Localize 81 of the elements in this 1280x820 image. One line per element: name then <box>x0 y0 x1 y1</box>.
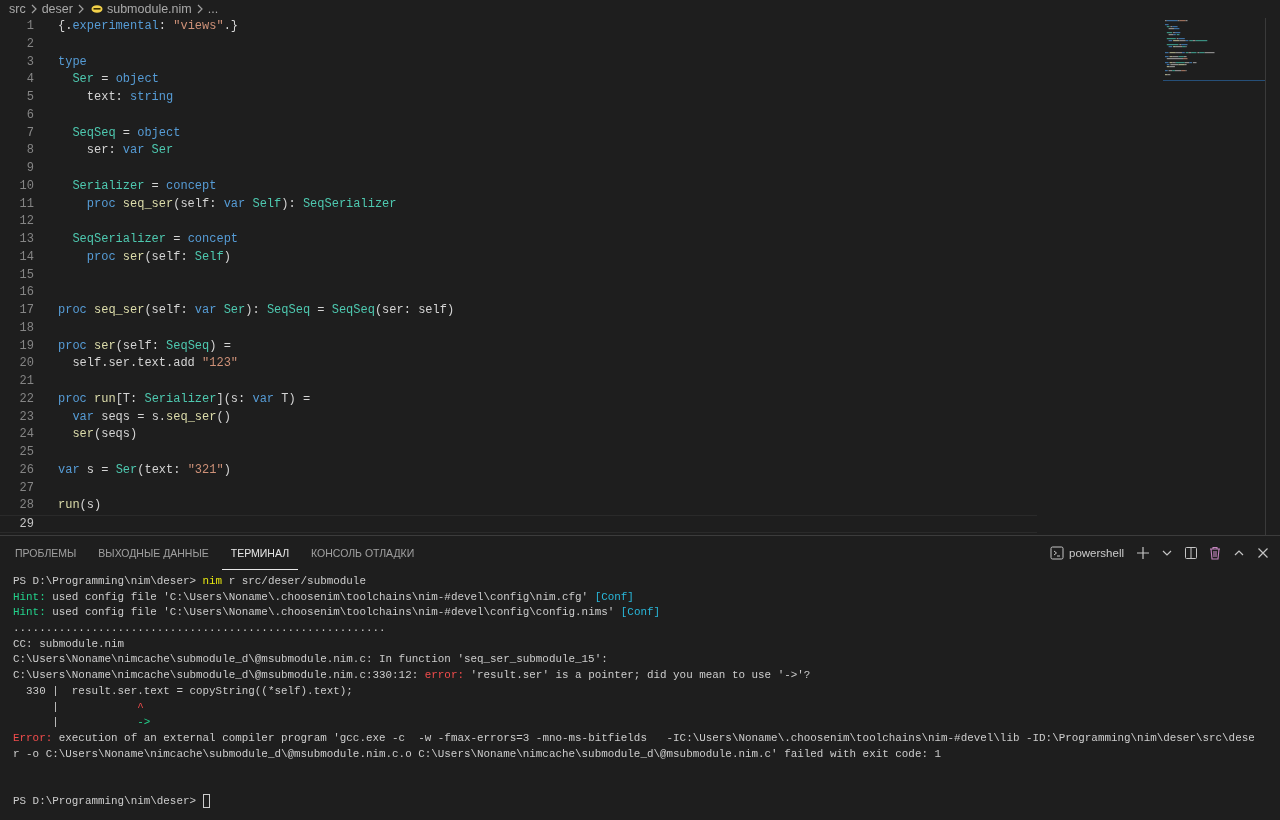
code-line: SeqSerializer = concept <box>71 231 239 248</box>
line-number: 8 <box>25 142 34 160</box>
code-line: SeqSeq = object <box>71 124 181 142</box>
terminal-icon <box>1050 546 1064 560</box>
line-number: 11 <box>18 195 34 213</box>
line-number: 6 <box>25 106 34 124</box>
line-number: 9 <box>25 160 34 177</box>
code-line: proc run[T: Serializer](s: var T) = <box>58 390 311 408</box>
terminal-line: | ^ <box>51 699 144 715</box>
line-number: 2 <box>25 35 34 53</box>
code-line: proc ser(self: Self) <box>85 248 231 266</box>
terminal-line: PS D:\Programming\nim\deser> <box>13 793 196 809</box>
line-number: 28 <box>18 497 34 515</box>
code-line: run(s) <box>58 497 102 515</box>
terminal-line: C:\Users\Noname\nimcache\submodule_d\@msubmodule.nim.c: In function 'seq_ser_submodule_15': <box>13 652 608 668</box>
line-number: 16 <box>18 284 34 302</box>
split-icon <box>1184 546 1198 560</box>
terminal-line: CC: submodule.nim <box>13 636 125 652</box>
breadcrumb-item[interactable]: deser <box>41 1 73 17</box>
code-line: Serializer = concept <box>71 177 217 195</box>
line-number: 5 <box>25 89 34 106</box>
panel-tab[interactable]: КОНСОЛЬ ОТЛАДКИ <box>302 536 424 570</box>
code-line: ser(seqs) <box>71 426 138 444</box>
line-number: 12 <box>18 213 34 231</box>
minimap-drawing[interactable] <box>1163 18 1265 81</box>
line-number: 7 <box>25 124 34 142</box>
plus-button[interactable] <box>1134 544 1152 562</box>
line-number: 25 <box>18 444 34 461</box>
terminal-line: ......................................................... <box>13 621 386 637</box>
line-number: 20 <box>18 355 34 373</box>
line-number: 10 <box>18 177 34 195</box>
line-number: 24 <box>18 426 34 444</box>
terminal-line: Hint: used config file 'C:\Users\Noname\.choosenim\toolchains\nim-#devel\config\nim.cfg' [Conf] <box>13 589 634 605</box>
line-number: 18 <box>18 319 34 337</box>
panel-tab[interactable]: ПРОБЛЕМЫ <box>6 536 86 570</box>
trash-icon <box>1208 546 1222 560</box>
chevron-right-icon <box>29 4 38 14</box>
code-line: var s = Ser(text: "321") <box>58 461 231 479</box>
breadcrumb-item[interactable]: submodule.nim <box>106 1 192 17</box>
terminal-line: 330 | result.ser.text = copyString((*self).text); <box>25 683 353 699</box>
split-button[interactable] <box>1182 544 1200 562</box>
code-line: proc ser(self: SeqSeq) = <box>58 337 231 355</box>
terminal-line: PS D:\Programming\nim\deser> nim r src/deser/submodule <box>13 574 366 589</box>
terminal-line: | -> <box>51 715 151 731</box>
panel-tab[interactable]: ТЕРМИНАЛ <box>221 536 299 570</box>
file-icon <box>90 4 103 14</box>
terminal-line: Hint: used config file 'C:\Users\Noname\.choosenim\toolchains\nim-#devel\config\config.nims' [Conf] <box>13 605 661 621</box>
line-number: 14 <box>18 248 34 266</box>
panel-tab[interactable]: ВЫХОДНЫЕ ДАННЫЕ <box>89 536 218 570</box>
code-line: text: string <box>85 89 174 106</box>
breadcrumb-item[interactable]: src <box>9 1 26 17</box>
breadcrumb-item[interactable]: ... <box>207 1 219 17</box>
code-line: proc seq_ser(self: var Self): SeqSerializer <box>85 195 397 213</box>
code-line: {.experimental: "views".} <box>58 18 239 35</box>
code-line: self.ser.text.add "123" <box>71 355 239 373</box>
line-number: 26 <box>18 461 34 479</box>
line-number: 3 <box>25 53 34 71</box>
close-icon <box>1256 546 1270 560</box>
line-number: 13 <box>18 231 34 248</box>
chevron-right-icon <box>195 4 204 14</box>
plus-icon <box>1136 546 1150 560</box>
line-number: 23 <box>18 408 34 426</box>
code-line: ser: var Ser <box>85 142 174 160</box>
line-number: 15 <box>18 266 34 284</box>
code-line: proc seq_ser(self: var Ser): SeqSeq = SeqSeq(ser: self) <box>58 302 455 319</box>
line-number: 19 <box>18 337 34 355</box>
terminal-line: Error: execution of an external compiler program 'gcc.exe -c -w -fmax-errors=3 -mno-ms-bitfields -IC:\Users\Noname\.choosenim\toolchains\nim-#devel\lib -ID:\Programming\nim\deser\src\dese <box>13 730 1255 746</box>
line-number: 21 <box>18 373 34 390</box>
line-number: 29 <box>18 516 34 532</box>
code-line: type <box>58 53 87 71</box>
terminal-selector[interactable]: powershell <box>1050 546 1124 560</box>
line-number: 27 <box>18 479 34 497</box>
line-number: 22 <box>18 390 34 408</box>
line-number: 4 <box>25 71 34 89</box>
code-line: Ser = object <box>71 71 159 89</box>
terminal-line: r -o C:\Users\Noname\nimcache\submodule_d\@msubmodule.nim.c.o C:\Users\Noname\nimcache\submodule_d\@msubmodule.nim.c' failed with exit code: 1 <box>13 746 942 762</box>
terminal-line: C:\Users\Noname\nimcache\submodule_d\@msubmodule.nim.c:330:12: error: 'result.ser' is a pointer; did you mean to use '->'? <box>13 668 811 684</box>
line-number: 1 <box>25 18 34 35</box>
line-number: 17 <box>18 302 34 319</box>
chevron-right-icon <box>76 4 85 14</box>
code-line: var seqs = s.seq_ser() <box>71 408 231 426</box>
